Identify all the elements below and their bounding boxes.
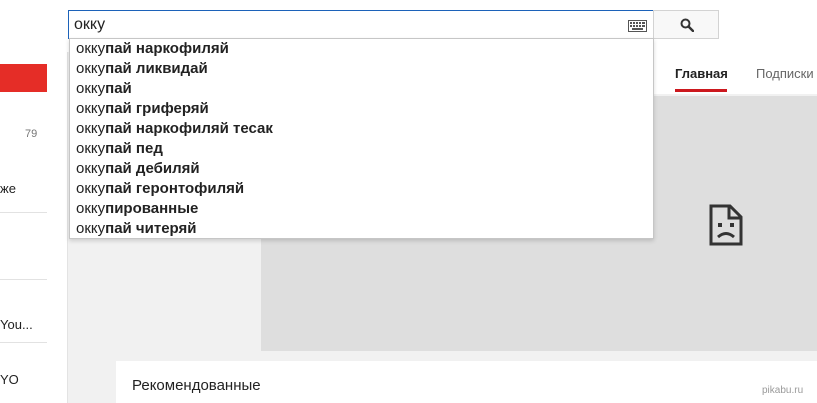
section-title: Рекомендованные xyxy=(132,377,261,394)
suggestion-item[interactable]: оккупай читеряй xyxy=(70,219,653,239)
tab-subscriptions[interactable]: Подписки xyxy=(756,66,814,81)
suggestion-typed-text: окку xyxy=(76,80,106,97)
suggestion-typed-text: окку xyxy=(76,120,106,137)
channel-nav: Главная Подписки xyxy=(654,52,817,94)
suggestion-item[interactable]: оккупай пед xyxy=(70,139,653,159)
recommended-section: Рекомендованные xyxy=(116,361,817,403)
guide-item-active[interactable] xyxy=(0,64,47,92)
suggestion-typed-text: окку xyxy=(76,60,106,77)
suggestion-completion-text: пай xyxy=(105,80,132,97)
suggestion-completion-text: пай дебиляй xyxy=(105,160,200,177)
suggestion-item[interactable]: оккупай дебиляй xyxy=(70,159,653,179)
suggestion-completion-text: пай наркофиляй тесак xyxy=(105,120,273,137)
keyboard-icon[interactable] xyxy=(628,19,647,32)
suggestion-typed-text: окку xyxy=(76,140,106,157)
guide-divider xyxy=(0,212,47,213)
suggestion-typed-text: окку xyxy=(76,40,106,57)
suggestion-item[interactable]: оккупированные xyxy=(70,199,653,219)
suggestion-completion-text: пай геронтофиляй xyxy=(105,180,245,197)
suggestion-completion-text: пай наркофиляй xyxy=(105,40,229,57)
suggestion-completion-text: пированные xyxy=(105,200,199,217)
search-input[interactable] xyxy=(74,11,614,38)
guide-sidebar: 79 же You... YO xyxy=(0,52,68,403)
guide-item-count: 79 xyxy=(25,128,38,140)
tab-active-indicator xyxy=(675,89,727,92)
guide-subscription-item[interactable]: YO xyxy=(0,372,19,387)
suggestion-completion-text: пай ликвидай xyxy=(105,60,208,77)
suggestion-typed-text: окку xyxy=(76,100,106,117)
suggestion-item[interactable]: оккупай ликвидай xyxy=(70,59,653,79)
autocomplete-dropdown: оккупай наркофиляй оккупай ликвидай оккупа… xyxy=(69,38,654,239)
suggestion-typed-text: окку xyxy=(76,180,106,197)
suggestion-typed-text: окку xyxy=(76,220,106,237)
suggestion-item[interactable]: оккупай наркофиляй тесак xyxy=(70,119,653,139)
suggestion-typed-text: окку xyxy=(76,200,106,217)
search-box[interactable] xyxy=(68,10,654,39)
broken-page-icon xyxy=(708,203,744,252)
guide-divider xyxy=(0,342,47,343)
suggestion-item[interactable]: оккупай наркофиляй xyxy=(70,39,653,59)
suggestion-completion-text: пай читеряй xyxy=(105,220,197,237)
suggestion-typed-text: окку xyxy=(76,160,106,177)
suggestion-item[interactable]: оккупай гриферяй xyxy=(70,99,653,119)
search-button[interactable] xyxy=(653,10,719,39)
suggestion-item[interactable]: оккупай xyxy=(70,79,653,99)
guide-divider xyxy=(0,279,47,280)
suggestion-item[interactable]: оккупай геронтофиляй xyxy=(70,179,653,199)
suggestion-completion-text: пай пед xyxy=(105,140,163,157)
suggestion-completion-text: пай гриферяй xyxy=(105,100,209,117)
guide-subscription-item[interactable]: You... xyxy=(0,317,33,332)
guide-item-label[interactable]: же xyxy=(0,181,16,196)
watermark: pikabu.ru xyxy=(762,385,804,396)
tab-home[interactable]: Главная xyxy=(675,66,728,81)
